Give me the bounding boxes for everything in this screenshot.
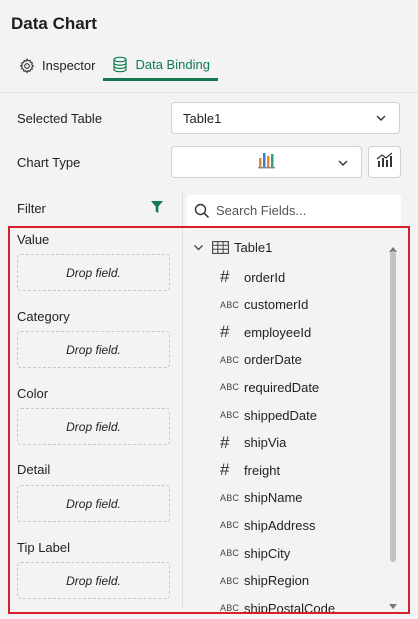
field-name: shipPostalCode bbox=[244, 600, 336, 612]
tab-data-binding[interactable]: Data Binding bbox=[103, 50, 218, 81]
tab-inspector-label: Inspector bbox=[42, 58, 96, 73]
chart-type-label: Chart Type bbox=[17, 155, 81, 170]
field-name: requiredDate bbox=[244, 379, 320, 395]
drop-label-value: Value bbox=[17, 232, 50, 247]
field-item[interactable]: ABC shipAddress bbox=[220, 515, 316, 535]
text-type-icon: ABC bbox=[220, 548, 240, 558]
drop-label-detail: Detail bbox=[17, 462, 51, 477]
tab-bar: Inspector Data Binding bbox=[10, 50, 218, 82]
field-name: freight bbox=[244, 462, 281, 478]
field-item[interactable]: ABC orderDate bbox=[220, 350, 302, 370]
panel-title: Data Chart bbox=[11, 14, 97, 33]
number-type-icon: # bbox=[220, 460, 230, 480]
number-type-icon: # bbox=[220, 432, 230, 452]
number-type-icon: # bbox=[220, 322, 230, 342]
drop-zone-color[interactable]: Drop field. bbox=[17, 408, 170, 445]
number-type-icon: # bbox=[220, 267, 230, 286]
drop-label-color: Color bbox=[17, 386, 49, 401]
text-type-icon: ABC bbox=[220, 354, 240, 365]
drop-zone-category[interactable]: Drop field. bbox=[17, 331, 170, 368]
drop-label-tip-label: Tip Label bbox=[17, 540, 70, 555]
field-name: shipVia bbox=[244, 435, 287, 451]
tab-divider bbox=[0, 92, 418, 93]
field-item[interactable]: # orderId bbox=[220, 267, 285, 287]
field-name: shipRegion bbox=[244, 573, 310, 589]
field-name: customerId bbox=[244, 297, 309, 313]
text-type-icon: ABC bbox=[220, 492, 240, 503]
chevron-down-icon bbox=[375, 112, 387, 127]
bar-chart-icon bbox=[257, 151, 277, 174]
search-input[interactable] bbox=[216, 203, 386, 218]
filter-label: Filter bbox=[17, 201, 46, 216]
field-item[interactable]: # freight bbox=[220, 460, 280, 480]
text-type-icon: ABC bbox=[220, 410, 240, 420]
field-item[interactable]: ABC requiredDate bbox=[220, 377, 319, 397]
text-type-icon: ABC bbox=[220, 575, 240, 586]
field-name: shipCity bbox=[244, 545, 291, 561]
drop-zone-detail[interactable]: Drop field. bbox=[17, 485, 170, 522]
field-name: shippedDate bbox=[244, 407, 317, 423]
column-divider bbox=[182, 193, 183, 607]
scrollbar-thumb[interactable] bbox=[390, 251, 396, 562]
search-icon bbox=[194, 203, 210, 219]
field-item[interactable]: ABC shipCity bbox=[220, 543, 290, 563]
drop-zone-tip-label[interactable]: Drop field. bbox=[17, 562, 170, 599]
drop-zone-value[interactable]: Drop field. bbox=[17, 254, 170, 291]
search-box[interactable] bbox=[187, 195, 401, 226]
field-name: orderDate bbox=[244, 352, 302, 368]
field-item[interactable]: ABC shipRegion bbox=[220, 571, 309, 591]
field-item[interactable]: ABC shipPostalCode bbox=[220, 598, 335, 612]
field-name: orderId bbox=[244, 269, 286, 285]
field-name: shipAddress bbox=[244, 517, 316, 533]
field-item[interactable]: # employeeId bbox=[220, 322, 311, 342]
filter-icon[interactable] bbox=[150, 200, 164, 219]
text-type-icon: ABC bbox=[220, 603, 240, 612]
chart-options-button[interactable] bbox=[368, 146, 401, 178]
tab-data-binding-label: Data Binding bbox=[135, 56, 210, 72]
field-name: shipName bbox=[244, 490, 303, 506]
field-item[interactable]: # shipVia bbox=[220, 433, 286, 453]
field-item[interactable]: ABC customerId bbox=[220, 295, 308, 315]
chart-settings-icon bbox=[376, 152, 394, 173]
field-item[interactable]: ABC shipName bbox=[220, 488, 303, 508]
text-type-icon: ABC bbox=[220, 382, 240, 393]
text-type-icon: ABC bbox=[220, 299, 240, 310]
selected-table-dropdown[interactable]: Table1 bbox=[171, 102, 400, 134]
text-type-icon: ABC bbox=[220, 520, 240, 531]
scroll-down-icon[interactable] bbox=[389, 597, 397, 615]
chevron-down-icon bbox=[337, 156, 349, 174]
field-name: employeeId bbox=[244, 324, 312, 340]
database-icon bbox=[111, 55, 129, 73]
field-list: # orderId ABC customerId # employeeId ABC order… bbox=[186, 228, 386, 612]
chart-type-dropdown[interactable] bbox=[171, 146, 362, 178]
drop-label-category: Category bbox=[17, 309, 70, 324]
selected-table-value: Table1 bbox=[183, 110, 222, 126]
selected-table-label: Selected Table bbox=[17, 111, 103, 126]
tab-inspector[interactable]: Inspector bbox=[10, 50, 103, 81]
gear-icon bbox=[18, 57, 36, 75]
field-item[interactable]: ABC shippedDate bbox=[220, 405, 317, 425]
